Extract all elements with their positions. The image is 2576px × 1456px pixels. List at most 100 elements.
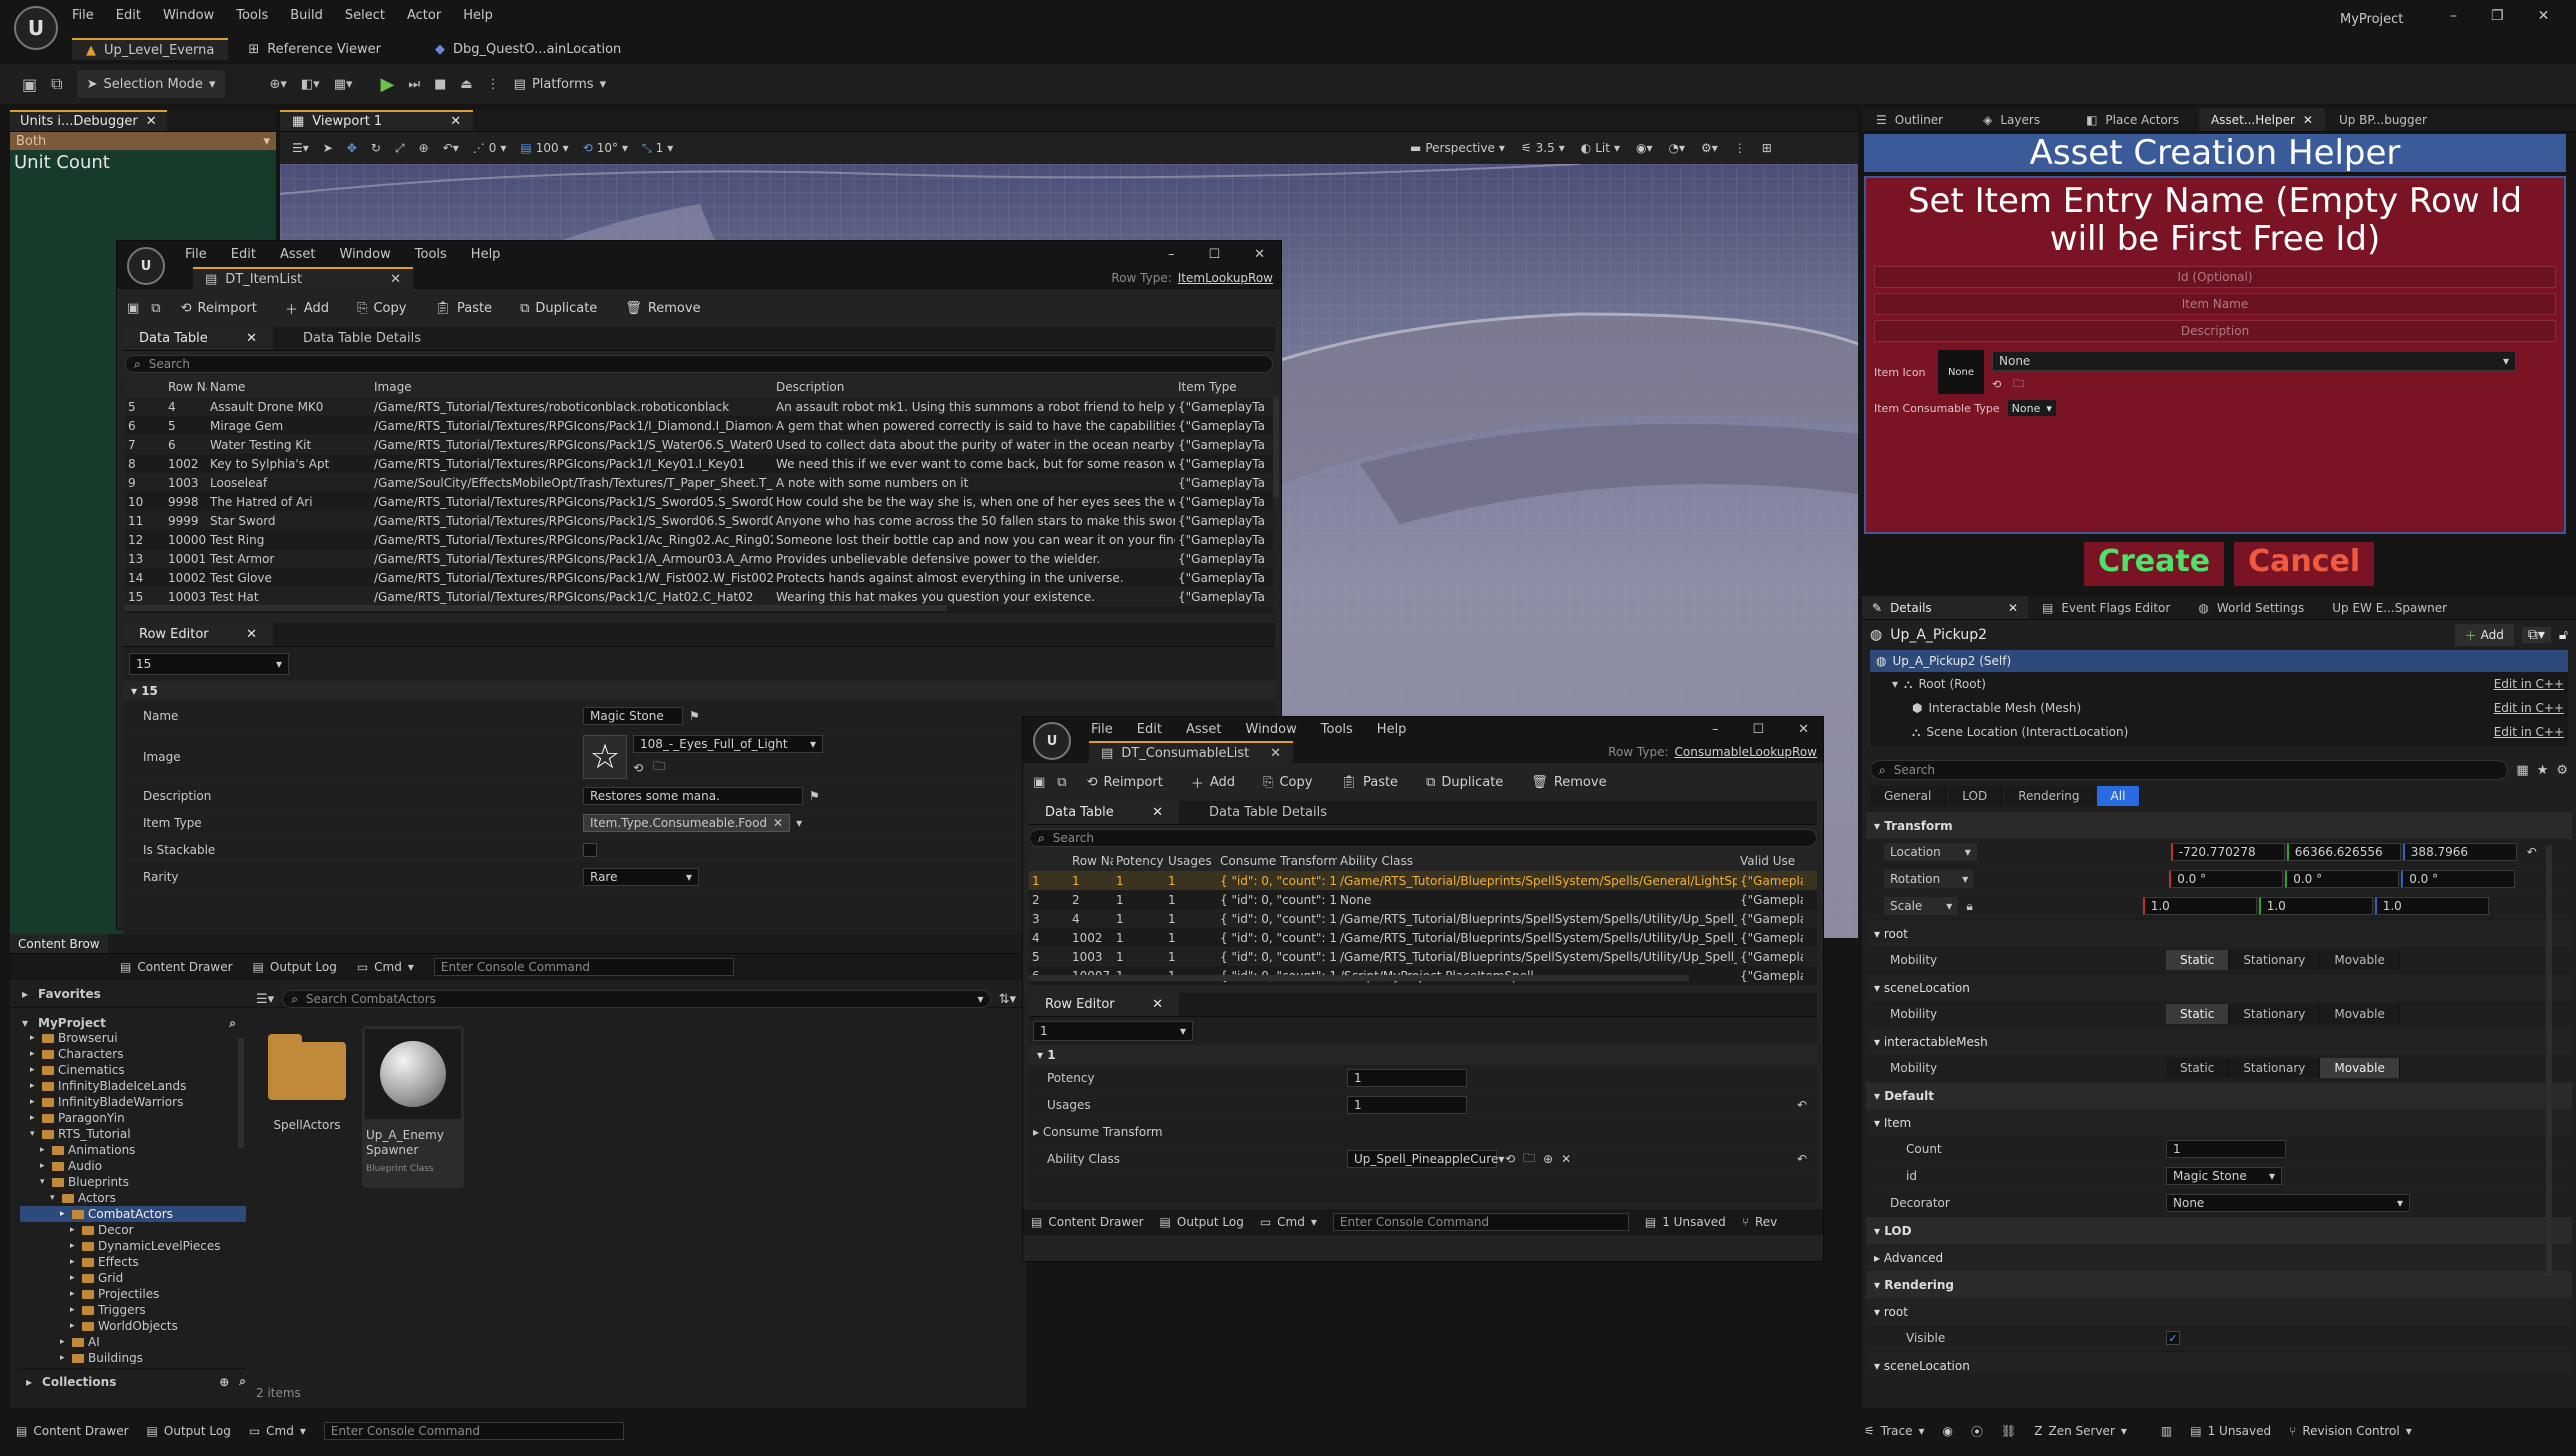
menu-edit[interactable]: Edit bbox=[1137, 722, 1162, 737]
consumable-search[interactable]: ⌕ Search bbox=[1029, 829, 1817, 847]
settings-icon[interactable]: ⚙ bbox=[2556, 763, 2568, 778]
tab-dt-itemlist[interactable]: ▤ DT_ItemList ✕ bbox=[193, 267, 413, 289]
section-item[interactable]: ▾ Item bbox=[1866, 1109, 2572, 1136]
mobility-movable[interactable]: Movable bbox=[2320, 1058, 2400, 1078]
close-icon[interactable]: ✕ bbox=[1254, 247, 1265, 262]
details-scrollbar[interactable] bbox=[2546, 846, 2552, 1276]
world-icon[interactable]: ⊕ bbox=[419, 141, 429, 155]
folder-item[interactable]: ▸ AI bbox=[20, 1334, 246, 1350]
section-transform[interactable]: ▾ Transform bbox=[1866, 812, 2572, 839]
chevron-right-icon[interactable]: ▸ bbox=[70, 1241, 78, 1251]
scale-y[interactable]: 1.0 bbox=[2258, 897, 2373, 915]
reimport-button[interactable]: ⟲ Reimport bbox=[1079, 768, 1171, 796]
remove-button[interactable]: 🗑︎ Remove bbox=[1523, 768, 1614, 796]
chevron-right-icon[interactable]: ▸ bbox=[30, 1049, 38, 1059]
debug-mode-dropdown[interactable]: Both bbox=[10, 132, 276, 150]
browse-folder-icon[interactable]: 🗀 bbox=[2013, 375, 2024, 394]
chevron-right-icon[interactable]: ▸ bbox=[40, 1161, 48, 1171]
add-row-button[interactable]: ＋ Add bbox=[1183, 768, 1243, 796]
cmd-dropdown[interactable]: ▭ Cmd bbox=[357, 960, 414, 974]
mobility-static[interactable]: Static bbox=[2166, 1004, 2230, 1024]
paste-button[interactable]: 📋︎ Paste bbox=[426, 294, 500, 322]
rotate-tool-icon[interactable]: ↻ bbox=[371, 141, 381, 155]
row-type-link[interactable]: ConsumableLookupRow bbox=[1675, 745, 1817, 759]
add-collection-icon[interactable]: ⊕ bbox=[219, 1375, 229, 1389]
maximize-icon[interactable]: ☐ bbox=[1208, 247, 1220, 262]
more-icon[interactable]: ⋮ bbox=[1734, 141, 1746, 155]
section-interactable-mesh[interactable]: ▾ interactableMesh bbox=[1866, 1028, 2572, 1055]
output-log-button[interactable]: ▤ Output Log bbox=[253, 960, 337, 974]
table-row[interactable]: 2 2 1 1 { "id": 0, "count": 1 } None {"Gamepla bbox=[1029, 890, 1817, 909]
use-selected-icon[interactable]: ⟲ bbox=[633, 761, 643, 775]
section-root-rendering[interactable]: ▾ root bbox=[1866, 1298, 2572, 1325]
save-icon[interactable]: ▣ bbox=[127, 301, 139, 316]
table-row[interactable]: 15 10003 Test Hat/Game/RTS_Tutorial/Textur… bbox=[125, 587, 1273, 606]
stop-icon[interactable]: ■ bbox=[434, 77, 446, 92]
close-icon[interactable]: ✕ bbox=[1798, 722, 1809, 737]
row-selector-dropdown[interactable]: 1 bbox=[1033, 1021, 1193, 1041]
unsaved-indicator[interactable]: ▤ 1 Unsaved bbox=[2190, 1424, 2271, 1438]
mobility-static[interactable]: Static bbox=[2166, 1058, 2230, 1078]
filter-general[interactable]: General bbox=[1870, 786, 1947, 806]
asset-tile-spellactors[interactable]: SpellActors bbox=[264, 1034, 350, 1144]
vertical-scrollbar[interactable] bbox=[1273, 397, 1279, 497]
table-row[interactable]: 10 9998 The Hatred of Ari/Game/RTS_Tutoria… bbox=[125, 492, 1273, 511]
description-field[interactable]: Restores some mana. bbox=[583, 787, 803, 805]
menu-window[interactable]: Window bbox=[1246, 722, 1297, 737]
menu-window[interactable]: Window bbox=[163, 8, 214, 23]
collections-header[interactable]: ▸ Collections ⊕ ⌕ bbox=[20, 1368, 246, 1394]
row-group-header[interactable]: ▾ 1 bbox=[1029, 1045, 1817, 1065]
section-root[interactable]: ▾ root bbox=[1866, 920, 2572, 947]
table-row[interactable]: 3 4 1 1 { "id": 0, "count": 1 }/Game/RTS_Tut… bbox=[1029, 909, 1817, 928]
menu-help[interactable]: Help bbox=[1377, 722, 1407, 737]
table-row[interactable]: 13 10001 Test Armor/Game/RTS_Tutorial/Text… bbox=[125, 549, 1273, 568]
table-view-icon[interactable]: ▦ bbox=[2516, 763, 2528, 778]
trace-button[interactable]: ⚟ Trace bbox=[1864, 1424, 1925, 1438]
location-mode-dropdown[interactable]: Location bbox=[1884, 843, 1977, 861]
close-icon[interactable]: ✕ bbox=[390, 272, 401, 287]
content-drawer-button[interactable]: ▤ Content Drawer bbox=[120, 960, 233, 974]
select-tool-icon[interactable]: ➤ bbox=[323, 141, 333, 155]
table-row[interactable]: 7 6 Water Testing Kit/Game/RTS_Tutorial/Te… bbox=[125, 435, 1273, 454]
view-mode-button[interactable]: ◐ Lit bbox=[1581, 141, 1620, 155]
scale-mode-dropdown[interactable]: Scale bbox=[1884, 897, 1959, 915]
chevron-right-icon[interactable]: ▸ bbox=[70, 1321, 78, 1331]
content-icon[interactable]: ⧉ bbox=[51, 74, 62, 94]
unreal-logo-icon[interactable]: U bbox=[14, 6, 58, 50]
record-icon[interactable]: ◉ bbox=[1943, 1424, 1953, 1438]
tab-dt-consumablelist[interactable]: ▤ DT_ConsumableList ✕ bbox=[1089, 741, 1293, 763]
menu-edit[interactable]: Edit bbox=[231, 247, 256, 262]
menu-file[interactable]: File bbox=[72, 8, 94, 23]
folder-item[interactable]: ▸ Browserui bbox=[20, 1030, 246, 1046]
component-interactable-mesh[interactable]: ⬢ Interactable Mesh (Mesh) Edit in C++ bbox=[1870, 696, 2568, 720]
item-name-input[interactable]: Item Name bbox=[1874, 293, 2556, 315]
layout-icon[interactable]: ⊞ bbox=[1762, 141, 1772, 155]
filter-lod[interactable]: LOD bbox=[1948, 786, 2003, 806]
close-icon[interactable]: ✕ bbox=[246, 331, 257, 346]
section-advanced[interactable]: ▸ Advanced bbox=[1866, 1244, 2572, 1271]
name-field[interactable]: Magic Stone bbox=[583, 706, 683, 725]
location-x[interactable]: -720.770278 bbox=[2170, 843, 2285, 861]
row-group-header[interactable]: ▾ 15 bbox=[123, 681, 1275, 701]
location-z[interactable]: 388.7966 bbox=[2402, 843, 2517, 861]
folder-item[interactable]: ▸ InfinityBladeWarriors bbox=[20, 1094, 246, 1110]
menu-asset[interactable]: Asset bbox=[280, 247, 316, 262]
image-asset-dropdown[interactable]: 108_-_Eyes_Full_of_Light bbox=[633, 735, 823, 753]
close-icon[interactable]: ✕ bbox=[146, 114, 157, 129]
menu-help[interactable]: Help bbox=[471, 247, 501, 262]
chevron-right-icon[interactable]: ▸ bbox=[70, 1225, 78, 1235]
doc-tab-dbg-quest[interactable]: ◆ Dbg_QuestO...ainLocation bbox=[421, 38, 635, 60]
mobility-stationary[interactable]: Stationary bbox=[2229, 950, 2321, 970]
add-component-button[interactable]: ＋ Add bbox=[2454, 624, 2514, 646]
transform-tools-icon[interactable]: ☰▾ bbox=[292, 141, 309, 155]
minimize-icon[interactable]: – bbox=[1712, 722, 1719, 737]
camera-speed-left[interactable]: ⤡ 1 bbox=[642, 141, 673, 156]
close-icon[interactable]: ✕ bbox=[2008, 601, 2018, 615]
rarity-dropdown[interactable]: Rare bbox=[583, 868, 699, 886]
add-icon[interactable]: ⊕ bbox=[1543, 1152, 1553, 1166]
cmd-dropdown[interactable]: ▭ Cmd bbox=[1260, 1215, 1317, 1229]
maximize-icon[interactable]: ☐ bbox=[1752, 722, 1764, 737]
menu-help[interactable]: Help bbox=[463, 8, 493, 23]
section-rendering[interactable]: ▾ Rendering bbox=[1866, 1271, 2572, 1298]
clear-icon[interactable]: ✕ bbox=[1561, 1152, 1571, 1166]
